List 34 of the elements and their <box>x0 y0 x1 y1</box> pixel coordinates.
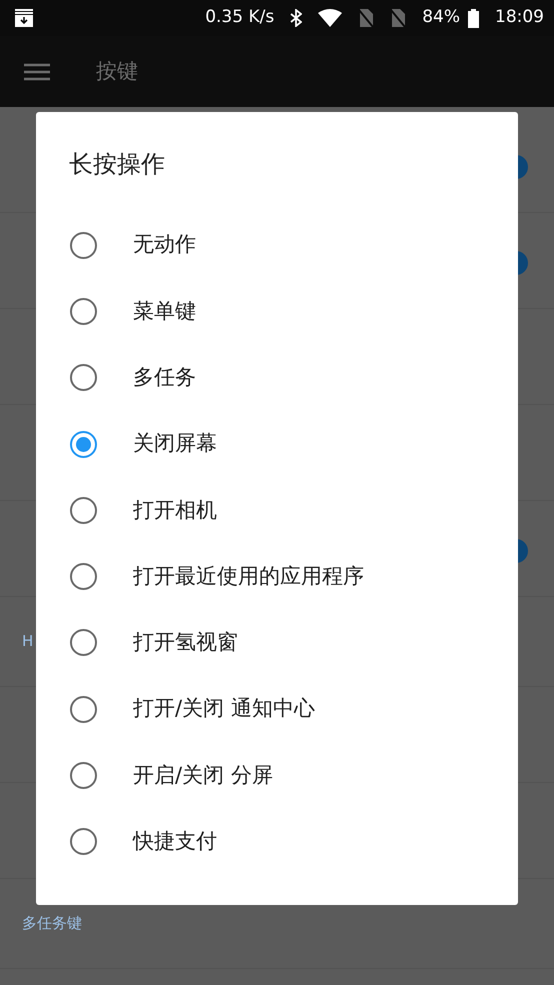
clock: 18:09 <box>495 6 544 30</box>
no-sim-icon <box>390 9 406 27</box>
menu-icon[interactable] <box>24 62 50 80</box>
radio-option[interactable]: 开启/关闭 分屏 <box>36 742 518 809</box>
radio-button[interactable] <box>70 496 97 524</box>
radio-button[interactable] <box>70 828 97 856</box>
section-header: 多任务键 <box>22 913 82 934</box>
radio-option[interactable]: 快捷支付 <box>36 808 518 875</box>
radio-button[interactable] <box>70 762 97 790</box>
radio-option[interactable]: 关闭屏幕 <box>36 410 518 478</box>
battery-percentage: 84% <box>422 6 460 30</box>
radio-button[interactable] <box>70 629 97 656</box>
radio-button[interactable] <box>70 232 97 259</box>
bluetooth-icon <box>290 9 302 27</box>
radio-button[interactable] <box>70 364 97 392</box>
dialog-title: 长按操作 <box>69 150 165 178</box>
radio-option[interactable]: 打开氢视窗 <box>36 610 518 676</box>
radio-button[interactable] <box>70 298 97 325</box>
radio-option[interactable]: 多任务 <box>36 344 518 411</box>
radio-button[interactable] <box>70 563 97 590</box>
radio-option[interactable]: 打开/关闭 通知中心 <box>36 676 518 742</box>
app-bar-title: 按键 <box>96 58 138 85</box>
radio-option[interactable]: 无动作 <box>36 212 518 278</box>
battery-icon <box>468 8 479 28</box>
radio-option[interactable]: 打开相机 <box>36 477 518 544</box>
radio-button[interactable] <box>70 430 97 458</box>
radio-option[interactable]: 菜单键 <box>36 278 518 345</box>
download-icon <box>14 9 34 27</box>
radio-button[interactable] <box>70 696 97 723</box>
no-sim-icon <box>358 9 374 27</box>
radio-option[interactable]: 打开最近使用的应用程序 <box>36 543 518 610</box>
section-header: H <box>22 631 34 652</box>
network-speed: 0.35 K/s <box>205 6 274 30</box>
wifi-icon <box>318 9 342 27</box>
